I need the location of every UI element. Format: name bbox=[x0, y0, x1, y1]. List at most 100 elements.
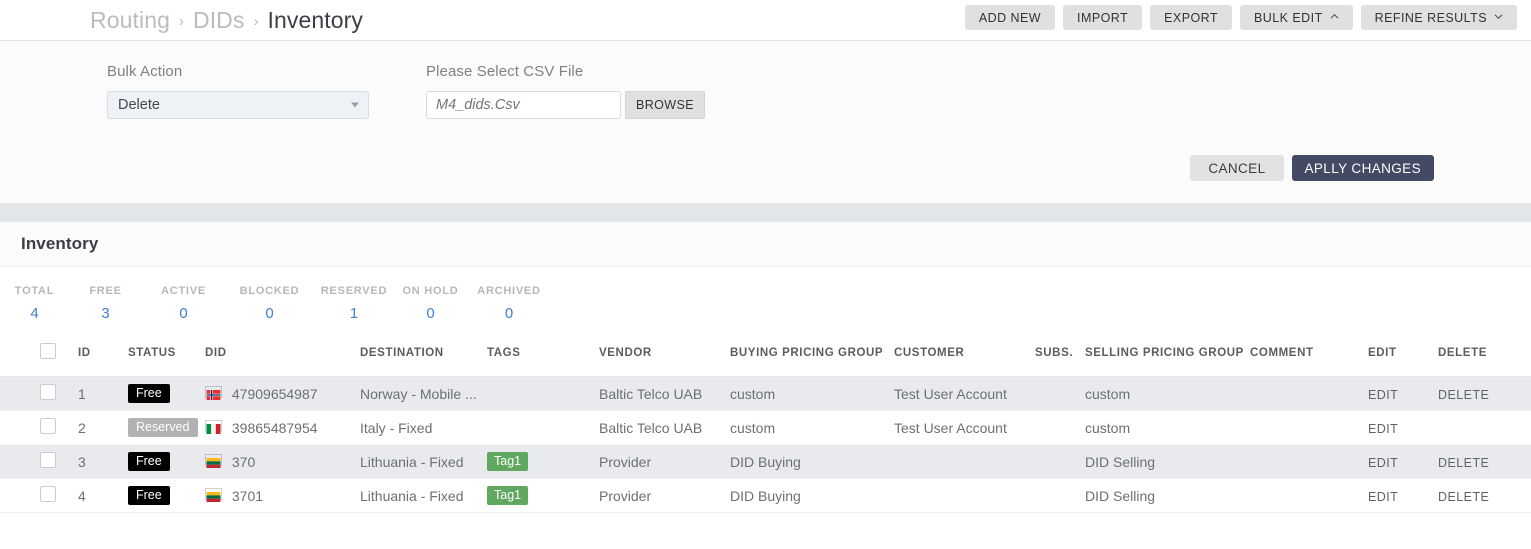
did-number: 39865487954 bbox=[231, 419, 318, 436]
page-title: Inventory bbox=[21, 234, 99, 253]
stat-archived-label: ARCHIVED bbox=[477, 285, 541, 297]
bulk-action-selected-value: Delete bbox=[118, 97, 160, 113]
chevron-down-icon bbox=[1494, 12, 1503, 21]
status-badge: Free bbox=[128, 383, 170, 404]
stat-archived: ARCHIVED 0 bbox=[467, 285, 551, 322]
delete-link[interactable]: DELETE bbox=[1438, 388, 1489, 402]
edit-link[interactable]: EDIT bbox=[1368, 388, 1398, 402]
edit-link[interactable]: EDIT bbox=[1368, 490, 1398, 504]
top-action-buttons: ADD NEW IMPORT EXPORT BULK EDIT REFINE R… bbox=[964, 5, 1517, 30]
cell-customer: Test User Account bbox=[894, 376, 1035, 411]
stat-free-label: FREE bbox=[89, 285, 122, 297]
cell-did: 39865487954 bbox=[205, 410, 360, 445]
cell-edit: EDIT bbox=[1368, 478, 1438, 513]
stat-active-value[interactable]: 0 bbox=[142, 305, 225, 322]
header-subs[interactable]: SUBS. bbox=[1035, 343, 1085, 377]
cell-id: 2 bbox=[78, 410, 128, 445]
header-selling-pricing-group[interactable]: SELLING PRICING GROUP bbox=[1085, 343, 1250, 377]
delete-link[interactable]: DELETE bbox=[1438, 456, 1489, 470]
breadcrumb: Routing › DIDs › Inventory bbox=[0, 7, 363, 34]
cell-delete bbox=[1438, 410, 1531, 445]
stat-free-value[interactable]: 3 bbox=[69, 305, 142, 322]
cell-selling-pricing-group: DID Selling bbox=[1085, 478, 1250, 513]
stat-on-hold-label: ON HOLD bbox=[402, 285, 459, 297]
breadcrumb-item-inventory[interactable]: Inventory bbox=[268, 7, 364, 34]
cell-comment bbox=[1250, 410, 1368, 445]
cell-customer: Test User Account bbox=[894, 410, 1035, 445]
browse-button[interactable]: BROWSE bbox=[625, 91, 705, 119]
apply-changes-button[interactable]: APLLY CHANGES bbox=[1291, 155, 1434, 181]
cell-status: Free bbox=[128, 478, 205, 513]
header-status[interactable]: STATUS bbox=[128, 343, 205, 377]
cell-buying-pricing-group: custom bbox=[730, 376, 894, 411]
cancel-button[interactable]: CANCEL bbox=[1190, 155, 1284, 181]
bulk-action-select[interactable]: Delete bbox=[107, 91, 369, 119]
cell-destination: Lithuania - Fixed bbox=[360, 444, 487, 479]
did-number: 47909654987 bbox=[231, 385, 318, 402]
csv-input-group: BROWSE bbox=[426, 91, 705, 119]
table-header: ID STATUS DID DESTINATION TAGS VENDOR BU… bbox=[0, 343, 1531, 377]
refine-results-button[interactable]: REFINE RESULTS bbox=[1360, 5, 1517, 30]
cell-comment bbox=[1250, 376, 1368, 411]
cell-tags: Tag1 bbox=[487, 444, 599, 479]
stat-blocked-label: BLOCKED bbox=[239, 285, 300, 297]
cell-id: 3 bbox=[78, 444, 128, 479]
csv-file-input[interactable] bbox=[426, 91, 621, 119]
row-checkbox[interactable] bbox=[40, 418, 56, 434]
header-destination[interactable]: DESTINATION bbox=[360, 343, 487, 377]
italy-flag-icon bbox=[205, 419, 222, 434]
stat-blocked-value[interactable]: 0 bbox=[225, 305, 314, 322]
cell-subs bbox=[1035, 410, 1085, 445]
cell-comment bbox=[1250, 444, 1368, 479]
table-row: 4 Free 3701 Lithuania - Fixed Tag1 Provi… bbox=[0, 478, 1531, 513]
header-customer[interactable]: CUSTOMER bbox=[894, 343, 1035, 377]
cell-subs bbox=[1035, 444, 1085, 479]
bulk-edit-fields: Bulk Action Delete Please Select CSV Fil… bbox=[0, 41, 1531, 119]
select-all-checkbox[interactable] bbox=[40, 343, 56, 359]
stat-free: FREE 3 bbox=[69, 285, 142, 322]
cell-customer bbox=[894, 444, 1035, 479]
lithuania-flag-icon bbox=[205, 487, 222, 502]
table-body: 1 Free 47909654987 Norway - Mobile ... B… bbox=[0, 376, 1531, 513]
breadcrumb-item-dids[interactable]: DIDs bbox=[193, 7, 245, 34]
stat-archived-value[interactable]: 0 bbox=[467, 305, 551, 322]
stat-active-label: ACTIVE bbox=[161, 285, 206, 297]
stat-on-hold-value[interactable]: 0 bbox=[394, 305, 467, 322]
breadcrumb-item-routing[interactable]: Routing bbox=[90, 7, 170, 34]
select-all-header bbox=[0, 343, 78, 377]
status-badge: Free bbox=[128, 485, 170, 506]
stat-total-label: TOTAL bbox=[14, 285, 55, 297]
cell-destination: Norway - Mobile ... bbox=[360, 376, 487, 411]
cell-tags bbox=[487, 410, 599, 445]
stat-reserved-value[interactable]: 1 bbox=[314, 305, 394, 322]
section-separator bbox=[0, 204, 1531, 222]
header-id[interactable]: ID bbox=[78, 343, 128, 377]
header-did[interactable]: DID bbox=[205, 343, 360, 377]
row-checkbox[interactable] bbox=[40, 452, 56, 468]
chevron-down-icon bbox=[351, 102, 359, 108]
table-header-row: ID STATUS DID DESTINATION TAGS VENDOR BU… bbox=[0, 343, 1531, 377]
cell-id: 4 bbox=[78, 478, 128, 513]
cell-status: Reserved bbox=[128, 410, 205, 445]
header-vendor[interactable]: VENDOR bbox=[599, 343, 730, 377]
row-checkbox[interactable] bbox=[40, 384, 56, 400]
row-checkbox[interactable] bbox=[40, 486, 56, 502]
panel-action-buttons: CANCEL APLLY CHANGES bbox=[1190, 155, 1434, 181]
tag-badge: Tag1 bbox=[487, 485, 529, 506]
header-comment[interactable]: COMMENT bbox=[1250, 343, 1368, 377]
bulk-edit-button[interactable]: BULK EDIT bbox=[1240, 5, 1353, 30]
bulk-edit-panel: Bulk Action Delete Please Select CSV Fil… bbox=[0, 41, 1531, 204]
stat-total-value[interactable]: 4 bbox=[0, 305, 69, 322]
add-new-button[interactable]: ADD NEW bbox=[964, 5, 1056, 30]
import-button[interactable]: IMPORT bbox=[1063, 5, 1143, 30]
apply-changes-label: APLLY CHANGES bbox=[1304, 160, 1421, 176]
cell-selling-pricing-group: custom bbox=[1085, 376, 1250, 411]
table-row: 3 Free 370 Lithuania - Fixed Tag1 Provid… bbox=[0, 444, 1531, 479]
edit-link[interactable]: EDIT bbox=[1368, 456, 1398, 470]
cell-status: Free bbox=[128, 376, 205, 411]
export-button[interactable]: EXPORT bbox=[1150, 5, 1232, 30]
edit-link[interactable]: EDIT bbox=[1368, 422, 1398, 436]
header-buying-pricing-group[interactable]: BUYING PRICING GROUP bbox=[730, 343, 894, 377]
header-tags[interactable]: TAGS bbox=[487, 343, 599, 377]
delete-link[interactable]: DELETE bbox=[1438, 490, 1489, 504]
